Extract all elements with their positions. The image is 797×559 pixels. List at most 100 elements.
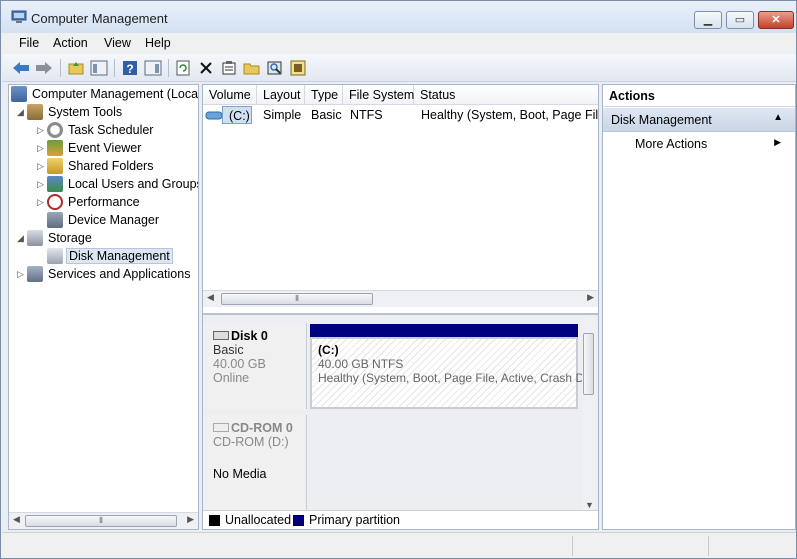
expanded-arrow-icon[interactable]: ◢ (17, 233, 27, 244)
scrollbar-thumb[interactable]: ⦀ (25, 515, 177, 527)
more-actions-link[interactable]: More Actions (635, 137, 707, 151)
partition-name: (C:) (318, 343, 339, 357)
scroll-down-icon[interactable]: ▼ (585, 500, 594, 510)
partition-c[interactable]: (C:) 40.00 GB NTFS Healthy (System, Boot… (310, 337, 585, 409)
disk-0-size: 40.00 GB (213, 357, 266, 371)
partition-status: Healthy (System, Boot, Page File, Active… (318, 371, 585, 385)
scroll-left-icon[interactable]: ◀ (13, 514, 20, 525)
legend-primary: Primary partition (309, 513, 400, 527)
tree-item-storage[interactable]: ◢ Storage (17, 230, 94, 248)
submenu-arrow-icon: ▶ (774, 137, 781, 147)
cdrom-drive: CD-ROM (D:) (213, 435, 289, 449)
disk-view-vertical-scrollbar[interactable]: ▼ (582, 317, 596, 512)
svg-text:?: ? (126, 62, 133, 76)
tree-item-computer-management[interactable]: Computer Management (Local (11, 86, 198, 104)
delete-icon[interactable] (196, 58, 216, 78)
cdrom-0-label[interactable]: CD-ROM 0 CD-ROM (D:) No Media (203, 415, 307, 522)
expanded-arrow-icon[interactable]: ◢ (17, 107, 27, 118)
menu-help[interactable]: Help (145, 36, 171, 50)
close-button[interactable]: ✕ (758, 11, 794, 29)
tree-item-local-users-groups[interactable]: ▷ Local Users and Groups (37, 176, 198, 194)
clock-icon (47, 122, 63, 138)
scrollbar-thumb[interactable]: ⦀ (221, 293, 373, 305)
column-header-file-system[interactable]: File System (343, 85, 414, 105)
disk-properties-icon[interactable] (288, 58, 308, 78)
volume-list-horizontal-scrollbar[interactable]: ◀ ⦀ ▶ (203, 290, 598, 307)
disk-0-state: Online (213, 371, 250, 385)
collapsed-arrow-icon[interactable]: ▷ (37, 143, 47, 154)
type-cell: Basic (311, 108, 342, 122)
title-bar: Computer Management ▁ ▭ ✕ (1, 1, 796, 33)
scroll-left-icon[interactable]: ◀ (207, 292, 214, 303)
scroll-right-icon[interactable]: ▶ (187, 514, 194, 525)
show-hide-action-pane-icon[interactable] (143, 58, 163, 78)
tree-item-performance[interactable]: ▷ Performance (37, 194, 142, 212)
storage-icon (27, 230, 43, 246)
graphical-disk-view: Disk 0 Basic 40.00 GB Online (C:) 40.00 … (203, 313, 598, 529)
primary-partition-swatch (293, 515, 304, 526)
disk-0-label[interactable]: Disk 0 Basic 40.00 GB Online (203, 323, 307, 409)
status-cell: Healthy (System, Boot, Page File, A (421, 108, 599, 122)
computer-management-window: Computer Management ▁ ▭ ✕ File Action Vi… (0, 0, 797, 559)
forward-arrow-icon[interactable] (34, 58, 54, 78)
drive-icon (205, 111, 223, 120)
menu-view[interactable]: View (104, 36, 131, 50)
minimize-button[interactable]: ▁ (694, 11, 722, 29)
legend: Unallocated Primary partition (203, 510, 598, 529)
actions-disk-management-section[interactable]: Disk Management ▲ (603, 108, 795, 132)
performance-icon (47, 194, 63, 210)
back-arrow-icon[interactable] (11, 58, 31, 78)
menu-file[interactable]: File (19, 36, 39, 50)
close-icon: ✕ (771, 14, 781, 26)
actions-header: Actions (603, 85, 795, 107)
scrollbar-thumb[interactable] (583, 333, 594, 395)
services-icon (27, 266, 43, 282)
collapsed-arrow-icon[interactable]: ▷ (37, 125, 47, 136)
tree-item-event-viewer[interactable]: ▷ Event Viewer (37, 140, 143, 158)
scroll-right-icon[interactable]: ▶ (587, 292, 594, 303)
column-header-status[interactable]: Status (414, 85, 598, 105)
help-icon[interactable]: ? (120, 58, 140, 78)
maximize-icon: ▭ (734, 14, 746, 26)
properties-icon[interactable] (219, 58, 239, 78)
legend-unallocated: Unallocated (225, 513, 292, 527)
file-system-cell: NTFS (350, 108, 383, 122)
event-viewer-icon (47, 140, 63, 156)
hard-disk-icon (213, 331, 229, 340)
computer-icon (11, 86, 27, 102)
collapse-up-icon[interactable]: ▲ (773, 112, 783, 123)
layout-cell: Simple (263, 108, 302, 122)
disk-management-icon (47, 248, 63, 264)
tree-item-disk-management[interactable]: Disk Management (47, 248, 173, 266)
up-folder-icon[interactable] (66, 58, 86, 78)
refresh-icon[interactable] (173, 58, 193, 78)
tree-item-shared-folders[interactable]: ▷ Shared Folders (37, 158, 155, 176)
tree-horizontal-scrollbar[interactable]: ◀ ⦀ ▶ (9, 512, 198, 529)
maximize-button[interactable]: ▭ (726, 11, 754, 29)
collapsed-arrow-icon[interactable]: ▷ (17, 269, 27, 280)
status-bar (2, 532, 796, 558)
console-tree: Computer Management (Local ◢ System Tools… (8, 84, 199, 530)
menu-bar: File Action View Help (2, 33, 796, 53)
column-header-volume[interactable]: Volume (203, 85, 257, 105)
disk-0-type: Basic (213, 343, 244, 357)
search-icon[interactable] (265, 58, 285, 78)
unallocated-swatch (209, 515, 220, 526)
collapsed-arrow-icon[interactable]: ▷ (37, 161, 47, 172)
tree-item-services-applications[interactable]: ▷ Services and Applications (17, 266, 192, 284)
show-hide-tree-icon[interactable] (89, 58, 109, 78)
device-manager-icon (47, 212, 63, 228)
tree-item-task-scheduler[interactable]: ▷ Task Scheduler (37, 122, 155, 140)
column-header-layout[interactable]: Layout (257, 85, 305, 105)
tree-item-system-tools[interactable]: ◢ System Tools (17, 104, 124, 122)
users-icon (47, 176, 63, 192)
open-icon[interactable] (242, 58, 262, 78)
partition-size: 40.00 GB NTFS (318, 357, 404, 371)
collapsed-arrow-icon[interactable]: ▷ (37, 179, 47, 190)
collapsed-arrow-icon[interactable]: ▷ (37, 197, 47, 208)
tree-item-device-manager[interactable]: Device Manager (47, 212, 161, 230)
computer-management-icon (11, 10, 27, 23)
column-header-type[interactable]: Type (305, 85, 343, 105)
minimize-icon: ▁ (703, 14, 713, 26)
menu-action[interactable]: Action (53, 36, 88, 50)
